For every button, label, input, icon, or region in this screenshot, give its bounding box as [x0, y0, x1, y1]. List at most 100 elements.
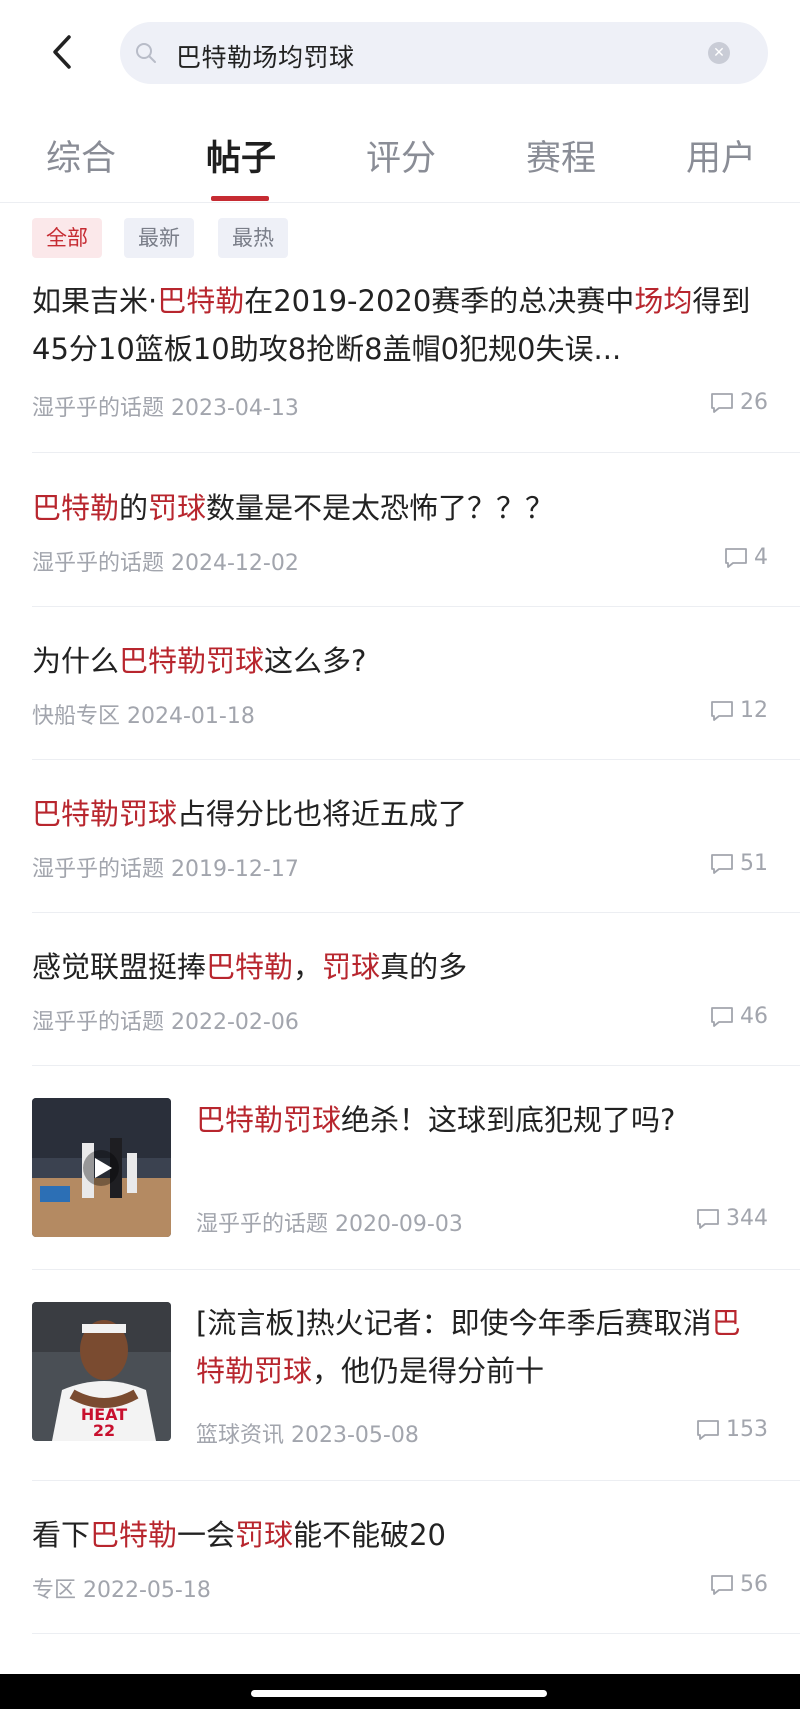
post-item[interactable]: 巴特勒罚球占得分比也将近五成了 湿乎乎的话题 2019-12-17 51 — [32, 790, 768, 883]
tab-users[interactable]: 用户 — [686, 130, 756, 181]
post-meta: 湿乎乎的话题 2024-12-02 — [32, 545, 299, 577]
tab-overview[interactable]: 综合 — [46, 130, 116, 181]
keyword-highlight: 巴特勒 — [157, 284, 245, 318]
post-meta: 专区 2022-05-18 — [32, 1572, 211, 1604]
divider — [32, 606, 800, 607]
post-source[interactable]: 快船专区 — [32, 704, 120, 729]
comment-count: 26 — [710, 390, 768, 415]
post-title: 感觉联盟挺捧巴特勒，罚球真的多 — [32, 943, 768, 991]
post-source[interactable]: 湿乎乎的话题 — [32, 1010, 164, 1035]
top-bar: 巴特勒场均罚球 ✕ — [0, 0, 800, 110]
tab-schedule[interactable]: 赛程 — [526, 130, 596, 181]
post-source[interactable]: 湿乎乎的话题 — [32, 857, 164, 882]
divider — [0, 202, 800, 203]
comment-icon — [697, 1419, 719, 1440]
player-photo[interactable]: HEAT 22 — [32, 1302, 171, 1441]
comment-count: 4 — [724, 545, 768, 570]
title-text: 如果吉米· — [32, 284, 158, 318]
keyword-highlight: 巴特勒罚球 — [196, 1103, 342, 1137]
filter-latest[interactable]: 最新 — [124, 218, 194, 258]
post-date: 2020-09-03 — [328, 1212, 463, 1237]
title-text: 真的多 — [380, 950, 468, 984]
title-text: 这么多? — [264, 644, 367, 678]
active-tab-indicator — [211, 196, 269, 201]
comment-count-value: 344 — [726, 1206, 768, 1231]
tab-posts[interactable]: 帖子 — [206, 130, 276, 181]
post-source[interactable]: 湿乎乎的话题 — [32, 396, 164, 421]
divider — [32, 1633, 800, 1634]
title-text: 为什么 — [32, 644, 120, 678]
comment-icon — [711, 1574, 733, 1595]
post-meta: 湿乎乎的话题 2022-02-06 — [32, 1004, 299, 1036]
post-meta: 湿乎乎的话题 2019-12-17 — [32, 851, 299, 883]
search-query: 巴特勒场均罚球 — [176, 43, 355, 72]
post-meta: 快船专区 2024-01-18 — [32, 698, 255, 730]
clear-icon[interactable]: ✕ — [708, 42, 730, 64]
title-text: 绝杀！这球到底犯规了吗? — [341, 1103, 676, 1137]
title-text: 的 — [119, 491, 149, 525]
divider — [32, 1480, 800, 1481]
chevron-left-icon — [53, 35, 71, 69]
video-thumbnail[interactable] — [32, 1098, 171, 1237]
divider — [32, 1065, 800, 1066]
title-text: 看下 — [32, 1518, 91, 1552]
post-title: 巴特勒的罚球数量是不是太恐怖了？？？ — [32, 484, 768, 532]
search-input[interactable]: 巴特勒场均罚球 ✕ — [120, 22, 768, 84]
comment-count: 153 — [696, 1417, 768, 1442]
comment-icon — [711, 700, 733, 721]
post-date: 2024-12-02 — [164, 551, 299, 576]
post-date: 2024-01-18 — [120, 704, 255, 729]
post-date: 2023-05-08 — [284, 1423, 419, 1448]
filter-hottest[interactable]: 最热 — [218, 218, 288, 258]
title-text: 占得分比也将近五成了 — [177, 797, 468, 831]
keyword-highlight: 场均 — [634, 284, 693, 318]
post-item[interactable]: 感觉联盟挺捧巴特勒，罚球真的多湿乎乎的话题 2022-02-06 46 — [32, 943, 768, 1036]
keyword-highlight: 罚球 — [148, 491, 207, 525]
post-source[interactable]: 专区 — [32, 1578, 76, 1603]
post-date: 2022-02-06 — [164, 1010, 299, 1035]
post-source[interactable]: 湿乎乎的话题 — [196, 1212, 328, 1237]
post-date: 2023-04-13 — [164, 396, 299, 421]
comment-count: 56 — [710, 1572, 768, 1597]
post-source[interactable]: 湿乎乎的话题 — [32, 551, 164, 576]
post-item[interactable]: 如果吉米·巴特勒在2019-2020赛季的总决赛中场均得到45分10篮板10助攻… — [32, 277, 768, 421]
divider — [32, 912, 800, 913]
comment-icon — [711, 853, 733, 874]
post-source[interactable]: 篮球资讯 — [196, 1423, 284, 1448]
post-meta: 湿乎乎的话题 2020-09-03 — [196, 1206, 463, 1238]
comment-icon — [711, 392, 733, 413]
keyword-highlight: 罚球 — [235, 1518, 294, 1552]
post-title: 巴特勒罚球占得分比也将近五成了 — [32, 790, 768, 838]
title-text: 数量是不是太恐怖了？？？ — [206, 491, 555, 525]
search-icon — [136, 43, 156, 63]
filter-all[interactable]: 全部 — [32, 218, 102, 258]
post-title: 如果吉米·巴特勒在2019-2020赛季的总决赛中场均得到45分10篮板10助攻… — [32, 277, 768, 373]
home-indicator[interactable] — [251, 1690, 547, 1697]
tab-bar: 综合 帖子 评分 赛程 用户 — [0, 130, 800, 202]
post-title: 看下巴特勒一会罚球能不能破20 — [32, 1511, 768, 1559]
svg-text:22: 22 — [93, 1421, 115, 1440]
tab-ratings[interactable]: 评分 — [366, 130, 436, 181]
comment-count: 46 — [710, 1004, 768, 1029]
divider — [32, 759, 800, 760]
comment-count-value: 4 — [754, 545, 768, 570]
comment-count-value: 12 — [740, 698, 768, 723]
comment-icon — [697, 1208, 719, 1229]
post-date: 2022-05-18 — [76, 1578, 211, 1603]
keyword-highlight: 巴特勒罚球 — [32, 797, 178, 831]
post-title: 巴特勒罚球绝杀！这球到底犯规了吗? — [196, 1096, 768, 1144]
comment-count: 12 — [710, 698, 768, 723]
post-item[interactable]: 看下巴特勒一会罚球能不能破20 专区 2022-05-18 56 — [32, 1511, 768, 1604]
post-item[interactable]: 为什么巴特勒罚球这么多? 快船专区 2024-01-18 12 — [32, 637, 768, 730]
post-title: 为什么巴特勒罚球这么多? — [32, 637, 768, 685]
comment-count-value: 26 — [740, 390, 768, 415]
title-text: 一会 — [177, 1518, 236, 1552]
keyword-highlight: 罚球 — [322, 950, 381, 984]
post-item[interactable]: 巴特勒的罚球数量是不是太恐怖了？？？ 湿乎乎的话题 2024-12-02 4 — [32, 484, 768, 577]
post-title: [流言板]热火记者：即使今年季后赛取消巴特勒罚球，他仍是得分前十 — [196, 1299, 768, 1395]
comment-icon — [711, 1006, 733, 1027]
back-button[interactable] — [40, 30, 84, 74]
title-text: ， — [293, 950, 323, 984]
comment-count-value: 153 — [726, 1417, 768, 1442]
keyword-highlight: 巴特勒罚球 — [119, 644, 265, 678]
